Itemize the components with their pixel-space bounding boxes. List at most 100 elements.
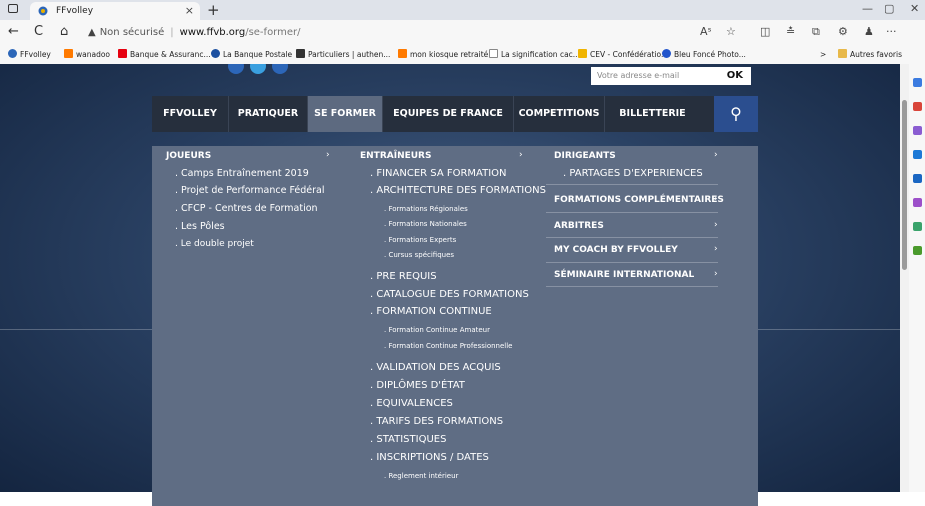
sidebar-designer-icon[interactable]: [913, 198, 922, 207]
sidebar-shopping-icon[interactable]: [913, 102, 922, 111]
submenu-cursus-specifiques[interactable]: . Cursus spécifiques: [384, 251, 454, 259]
nav-ffvolley[interactable]: FFVOLLEY: [152, 96, 228, 132]
nav-billetterie[interactable]: BILLETTERIE: [605, 96, 700, 132]
tab-title: FFvolley: [56, 6, 94, 16]
favorite-star-icon[interactable]: ☆: [726, 25, 736, 38]
bookmark-ffvolley[interactable]: FFvolley: [8, 49, 51, 61]
menu-item-label: FINANCER SA FORMATION: [376, 168, 507, 179]
instagram-icon[interactable]: [272, 64, 288, 74]
main-navigation: FFVOLLEY PRATIQUER SE FORMER EQUIPES DE …: [152, 96, 758, 132]
submenu-formations-experts[interactable]: . Formations Experts: [384, 236, 456, 244]
menu-my-coach[interactable]: MY COACH BY FFVOLLEY: [554, 245, 678, 255]
extensions-icon[interactable]: ⚙: [838, 25, 848, 38]
bookmark-label: La Banque Postale: [223, 50, 293, 59]
bookmark-wanadoo[interactable]: wanadoo: [64, 49, 110, 61]
facebook-icon[interactable]: [228, 64, 244, 74]
menu-item-architecture[interactable]: . ARCHITECTURE DES FORMATIONS: [370, 185, 546, 196]
menu-item-projet-performance[interactable]: . Projet de Performance Fédéral: [175, 185, 325, 196]
menu-item-inscriptions[interactable]: . INSCRIPTIONS / DATES: [370, 452, 489, 463]
bookmark-other-favorites[interactable]: Autres favoris: [838, 49, 902, 61]
refresh-icon[interactable]: C: [34, 24, 43, 39]
tab-close-icon[interactable]: ×: [185, 2, 194, 20]
collections-icon[interactable]: ⧉: [812, 25, 820, 39]
url-path: /se-former/: [245, 27, 301, 38]
menu-item-statistiques[interactable]: . STATISTIQUES: [370, 434, 446, 445]
bookmark-signification[interactable]: La signification cac...: [489, 49, 580, 61]
sidebar-games-icon[interactable]: [913, 150, 922, 159]
submenu-continue-amateur[interactable]: . Formation Continue Amateur: [384, 326, 490, 334]
twitter-icon[interactable]: [250, 64, 266, 74]
bookmark-cev-icon: [578, 49, 587, 58]
nav-equipes-de-france[interactable]: EQUIPES DE FRANCE: [383, 96, 513, 132]
menu-item-poles[interactable]: . Les Pôles: [175, 221, 225, 232]
sidebar-search-icon[interactable]: [913, 78, 922, 87]
bookmark-label: wanadoo: [76, 50, 111, 59]
maximize-button[interactable]: ▢: [884, 2, 894, 15]
nav-competitions[interactable]: COMPETITIONS: [514, 96, 604, 132]
bookmarks-more-chevron-icon[interactable]: >: [820, 49, 826, 61]
sidebar-office-icon[interactable]: [913, 174, 922, 183]
profile-icon[interactable]: ♟: [864, 25, 874, 38]
bookmark-particuliers[interactable]: Particuliers | authen...: [296, 49, 390, 61]
menu-item-double-projet[interactable]: . Le double projet: [175, 239, 254, 249]
bookmark-label: Particuliers | authen...: [308, 50, 391, 59]
bookmark-label: mon kiosque retraité: [410, 50, 489, 59]
menu-item-equivalences[interactable]: . EQUIVALENCES: [370, 398, 453, 409]
submenu-formations-nationales[interactable]: . Formations Nationales: [384, 220, 467, 228]
bookmark-bleu-fonce[interactable]: Bleu Foncé Photo...: [662, 49, 746, 61]
menu-item-validation[interactable]: . VALIDATION DES ACQUIS: [370, 362, 501, 373]
menu-item-label: CFCP - Centres de Formation: [181, 203, 318, 214]
scrollbar-thumb[interactable]: [902, 100, 907, 270]
nav-pratiquer[interactable]: PRATIQUER: [229, 96, 307, 132]
favorites-icon[interactable]: ≛: [786, 25, 795, 38]
menu-item-cfcp[interactable]: . CFCP - Centres de Formation: [175, 203, 318, 214]
browser-tab-ffvolley[interactable]: FFvolley ×: [30, 2, 200, 20]
menu-item-camps[interactable]: . Camps Entraînement 2019: [175, 168, 309, 179]
minimize-button[interactable]: —: [862, 2, 873, 15]
tab-actions-icon[interactable]: [8, 4, 18, 13]
sidebar-extension-icon[interactable]: [913, 246, 922, 255]
menu-divider: [546, 237, 718, 238]
submenu-reglement-interieur[interactable]: . Reglement intérieur: [384, 472, 458, 480]
sidebar-tools-icon[interactable]: [913, 126, 922, 135]
menu-divider: [546, 262, 718, 263]
read-aloud-icon[interactable]: Aˢ: [700, 25, 712, 38]
menu-item-partages-experiences[interactable]: . PARTAGES D'EXPERIENCES: [563, 168, 703, 179]
newsletter-email-input[interactable]: Votre adresse e-mail OK: [591, 67, 751, 85]
menu-joueurs-heading[interactable]: JOUEURS: [166, 151, 211, 161]
menu-item-label: Le double projet: [180, 239, 254, 249]
menu-item-label: CATALOGUE DES FORMATIONS: [376, 289, 529, 300]
submenu-formations-regionales[interactable]: . Formations Régionales: [384, 205, 468, 213]
url-field[interactable]: ▲ Non sécurisé | www.ffvb.org/se-former/: [88, 23, 758, 43]
menu-formations-complementaires[interactable]: FORMATIONS COMPLÉMENTAIRES: [554, 195, 724, 205]
submenu-continue-professionnelle[interactable]: . Formation Continue Professionnelle: [384, 342, 512, 350]
menu-arbitres[interactable]: ARBITRES: [554, 221, 604, 231]
new-tab-button[interactable]: +: [207, 1, 220, 19]
bookmark-banque-assurance[interactable]: Banque & Assuranc...: [118, 49, 211, 61]
home-icon[interactable]: ⌂: [60, 24, 68, 39]
sidebar-drop-icon[interactable]: [913, 222, 922, 231]
bookmark-cev[interactable]: CEV - Confédératio...: [578, 49, 668, 61]
menu-dirigeants-heading[interactable]: DIRIGEANTS: [554, 151, 616, 161]
bookmark-kiosque[interactable]: mon kiosque retraité: [398, 49, 488, 61]
menu-item-financer[interactable]: . FINANCER SA FORMATION: [370, 168, 507, 179]
menu-item-formation-continue[interactable]: . FORMATION CONTINUE: [370, 306, 492, 317]
back-icon[interactable]: ←: [8, 24, 19, 39]
menu-item-label: Les Pôles: [181, 221, 225, 232]
address-bar-row: ← C ⌂ ▲ Non sécurisé | www.ffvb.org/se-form…: [0, 20, 925, 46]
search-button[interactable]: ⚲: [714, 96, 758, 132]
menu-item-pre-requis[interactable]: . PRE REQUIS: [370, 271, 437, 282]
bookmark-banque-postale[interactable]: La Banque Postale: [211, 49, 292, 61]
url-separator: |: [170, 27, 174, 38]
nav-se-former[interactable]: SE FORMER: [308, 96, 382, 132]
newsletter-ok-button[interactable]: OK: [727, 67, 743, 85]
menu-item-catalogue[interactable]: . CATALOGUE DES FORMATIONS: [370, 289, 529, 300]
split-screen-icon[interactable]: ◫: [760, 25, 770, 38]
bookmark-postale-icon: [211, 49, 220, 58]
more-icon[interactable]: ···: [886, 25, 897, 38]
close-window-button[interactable]: ✕: [910, 2, 919, 15]
menu-seminaire-international[interactable]: SÉMINAIRE INTERNATIONAL: [554, 270, 694, 280]
menu-item-diplomes[interactable]: . DIPLÔMES D'ÉTAT: [370, 380, 465, 391]
menu-item-tarifs[interactable]: . TARIFS DES FORMATIONS: [370, 416, 503, 427]
menu-entraineurs-heading[interactable]: ENTRAÎNEURS: [360, 151, 431, 161]
